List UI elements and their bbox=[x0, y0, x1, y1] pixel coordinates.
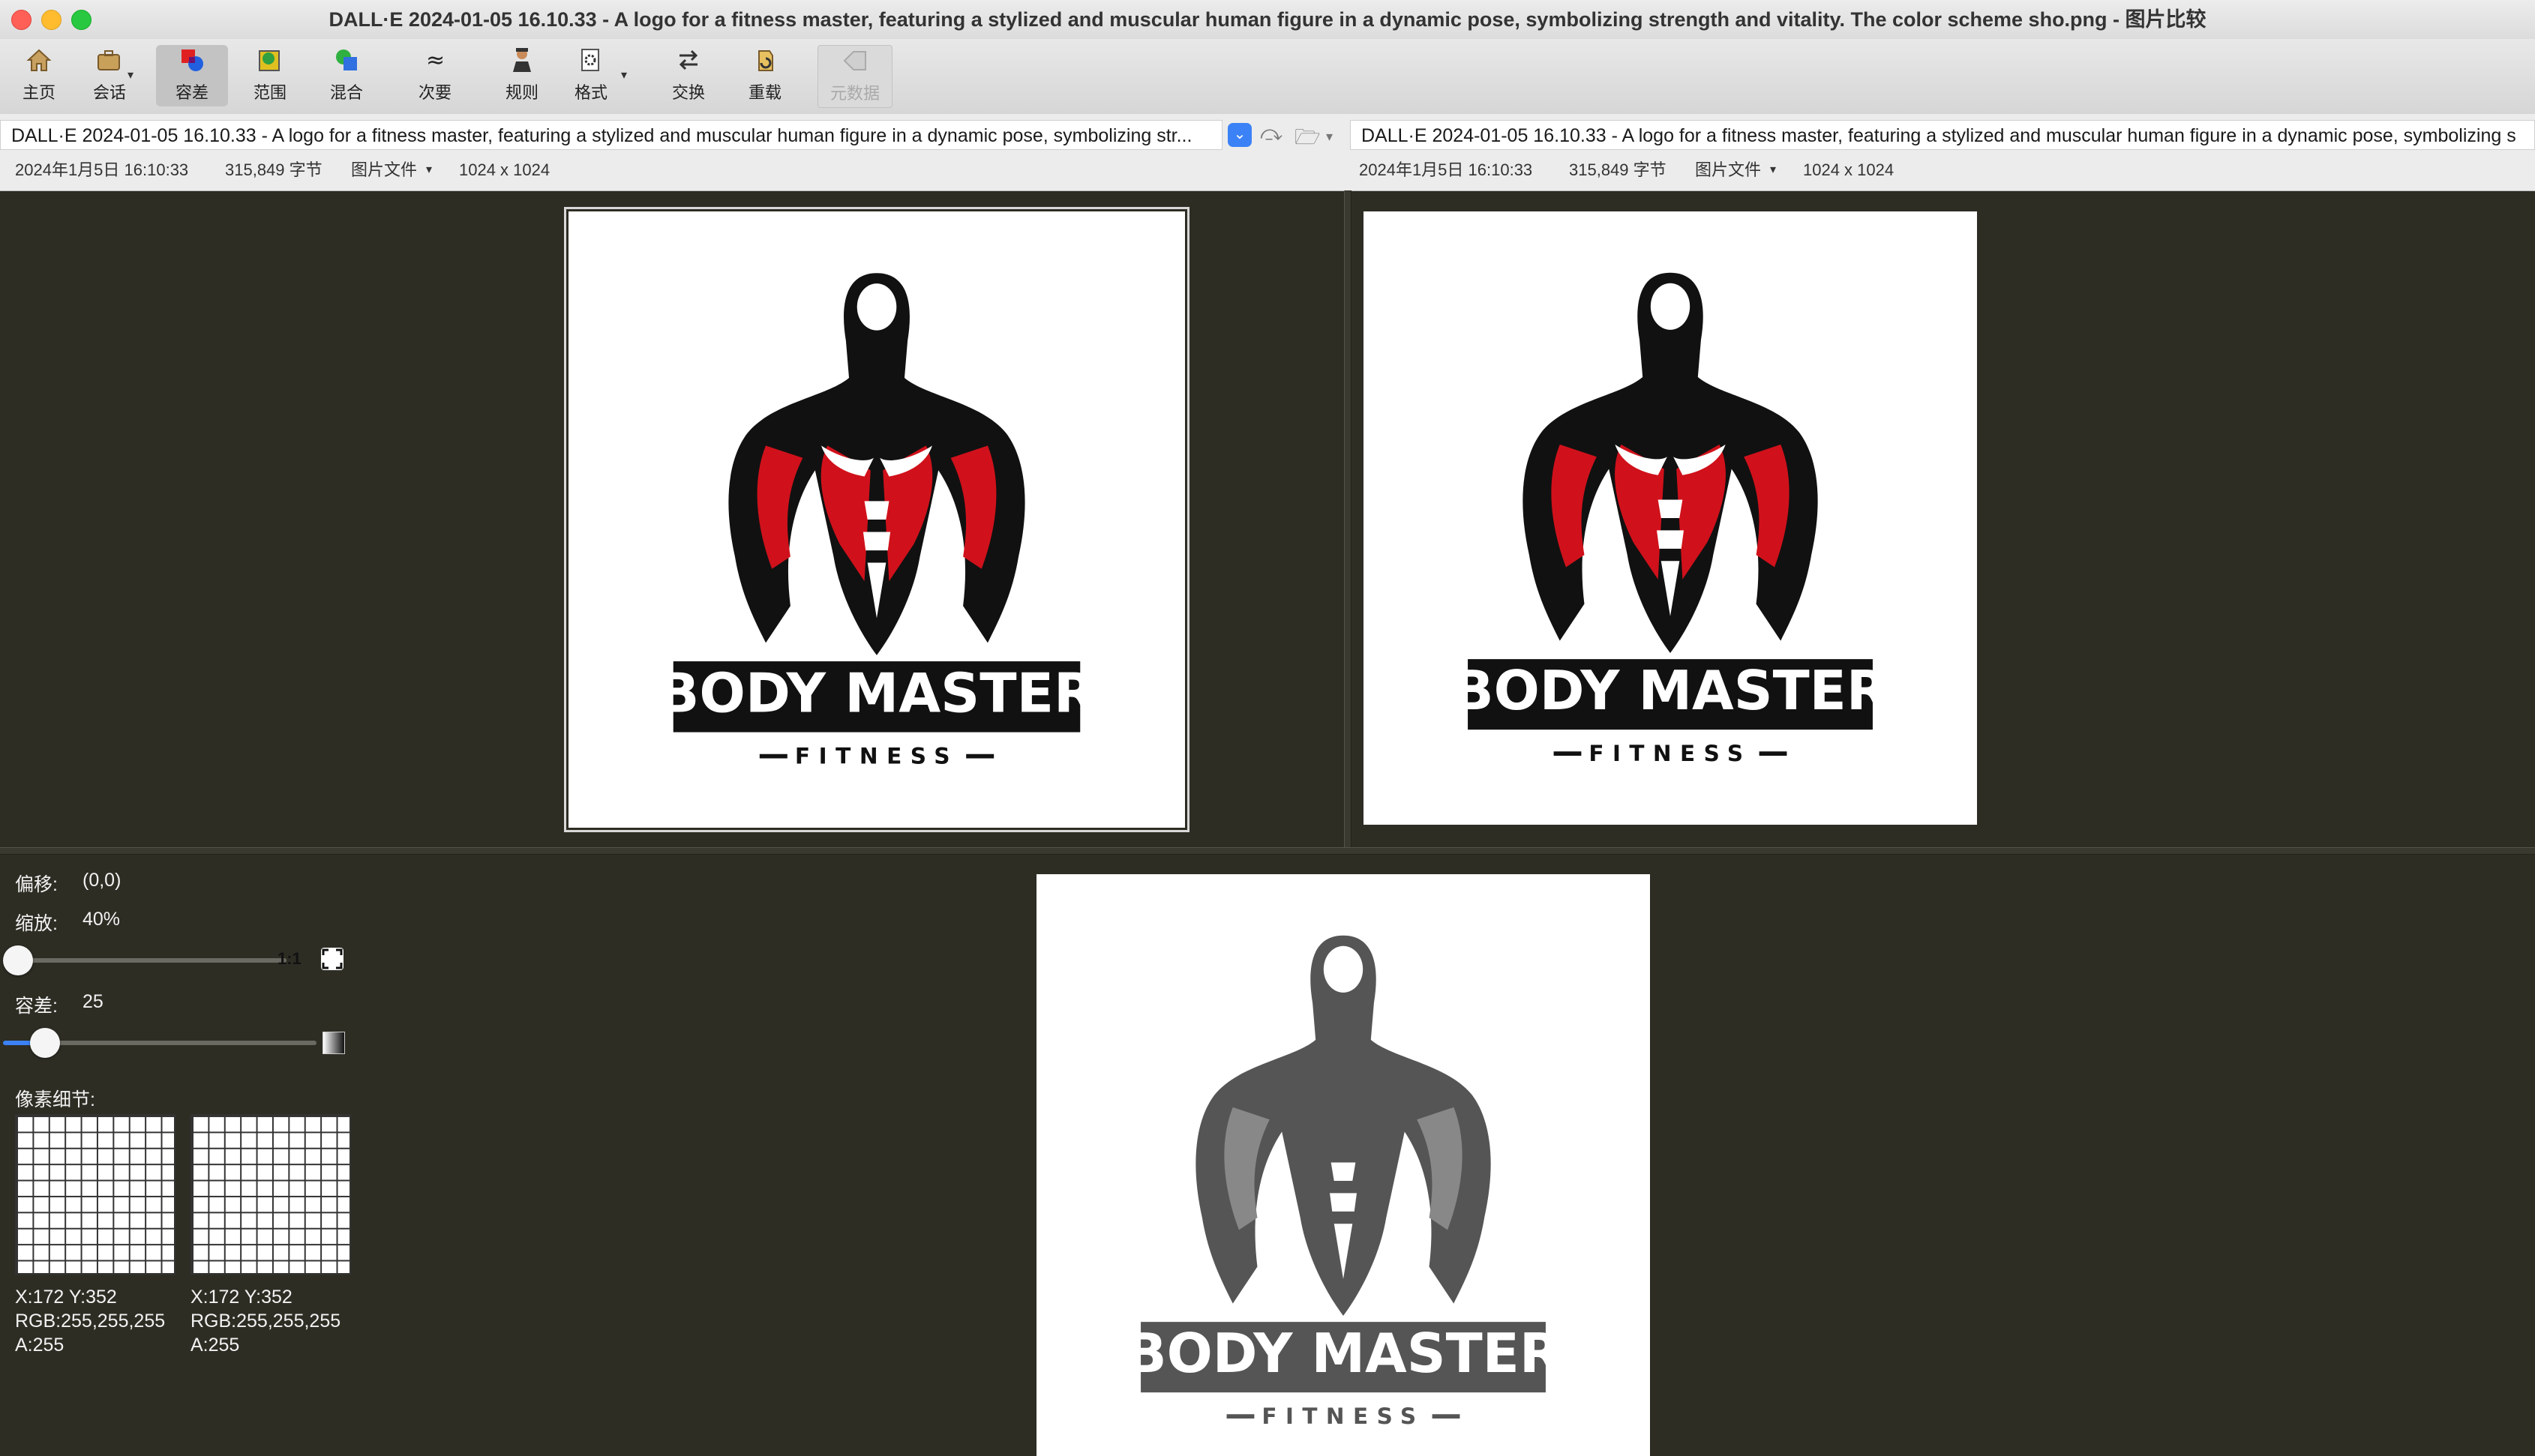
left-pixel-coords: X:172 Y:352 bbox=[15, 1287, 117, 1308]
logo-title-text: BODY MASTER bbox=[1126, 1322, 1562, 1385]
tolerance-slider-knob[interactable] bbox=[30, 1028, 60, 1058]
follow-link-icon[interactable]: ⤼ bbox=[1260, 121, 1282, 146]
right-pixel-rgb: RGB:255,255,255 bbox=[190, 1311, 341, 1332]
window-title: DALL·E 2024-01-05 16.10.33 - A logo for … bbox=[328, 8, 2206, 31]
logo-subtitle-text: FITNESS bbox=[795, 744, 958, 769]
chevron-down-icon: ▾ bbox=[128, 69, 134, 82]
left-image-view[interactable]: BODY MASTER FITNESS bbox=[564, 207, 1190, 832]
toolbar-range-label: 范围 bbox=[253, 83, 286, 102]
toolbar-minor-button[interactable]: ≈ 次要 bbox=[399, 45, 471, 106]
toolbar: 主页 会话 ▾ 容差 范围 混合 ≈ 次要 规则 格式 ▾ 交换 重载 元数据 bbox=[0, 39, 2535, 115]
briefcase-icon bbox=[98, 50, 120, 70]
pixel-detail-label: 像素细节: bbox=[15, 1089, 95, 1110]
reload-icon bbox=[758, 50, 773, 71]
zoom-slider-track[interactable] bbox=[16, 958, 286, 963]
left-file-date: 2024年1月5日 16:10:33 bbox=[15, 160, 189, 179]
left-file-size: 315,849 字节 bbox=[225, 160, 322, 179]
title-bar: DALL·E 2024-01-05 16.10.33 - A logo for … bbox=[0, 0, 2535, 40]
range-icon bbox=[259, 50, 280, 71]
gradient-swatch-icon[interactable] bbox=[322, 1032, 345, 1054]
left-pixel-rgb: RGB:255,255,255 bbox=[15, 1311, 166, 1332]
right-pixel-grid bbox=[190, 1114, 351, 1275]
toolbar-home-label: 主页 bbox=[22, 83, 56, 102]
pane-splitter-vertical[interactable] bbox=[1344, 190, 1352, 847]
toolbar-metadata-label: 元数据 bbox=[830, 84, 880, 103]
swap-icon bbox=[679, 49, 698, 70]
muscle-figure-icon bbox=[728, 273, 1025, 655]
logo-subtitle-text: FITNESS bbox=[1262, 1404, 1424, 1429]
left-pixel-info: X:172 Y:352 RGB:255,255,255 A:255 bbox=[15, 1285, 165, 1357]
toolbar-format-label: 格式 bbox=[574, 83, 608, 102]
toolbar-swap-label: 交换 bbox=[671, 83, 705, 102]
toolbar-minor-label: 次要 bbox=[418, 83, 452, 102]
right-file-size: 315,849 字节 bbox=[1569, 160, 1666, 179]
toolbar-tolerance-button[interactable]: 容差 bbox=[156, 45, 228, 106]
left-file-dimensions: 1024 x 1024 bbox=[459, 160, 550, 179]
chevron-down-icon: ▾ bbox=[621, 69, 628, 82]
tolerance-slider-track[interactable] bbox=[16, 1041, 316, 1045]
chevron-down-icon[interactable]: ▾ bbox=[1326, 129, 1333, 145]
left-logo-image: BODY MASTER FITNESS bbox=[658, 273, 1096, 769]
left-pixel-grid bbox=[15, 1114, 176, 1275]
toolbar-swap-button[interactable]: 交换 bbox=[652, 45, 724, 106]
format-icon bbox=[581, 49, 599, 71]
muscle-figure-icon bbox=[1522, 272, 1818, 653]
toolbar-session-button[interactable]: 会话 ▾ bbox=[74, 45, 146, 106]
metadata-icon bbox=[843, 51, 866, 70]
left-file-type[interactable]: 图片文件 bbox=[351, 153, 417, 187]
open-folder-icon[interactable]: 🗁 bbox=[1294, 121, 1321, 157]
right-file-path-field[interactable]: DALL·E 2024-01-05 16.10.33 - A logo for … bbox=[1350, 120, 2535, 150]
pane-splitter-horizontal[interactable] bbox=[0, 847, 2535, 855]
toolbar-blend-button[interactable]: 混合 bbox=[310, 45, 382, 106]
toolbar-format-button[interactable]: 格式 ▾ bbox=[555, 45, 627, 106]
left-pixel-alpha: A:255 bbox=[15, 1335, 64, 1356]
logo-subtitle-text: FITNESS bbox=[1588, 741, 1751, 766]
muscle-figure-icon bbox=[1196, 935, 1491, 1316]
fit-to-window-icon[interactable] bbox=[321, 948, 344, 970]
one-to-one-label[interactable]: 1:1 bbox=[278, 949, 302, 969]
right-image-view[interactable]: BODY MASTER FITNESS bbox=[1364, 211, 1977, 825]
chevron-down-icon[interactable]: ▾ bbox=[1770, 153, 1776, 187]
offset-label: 偏移: bbox=[15, 874, 58, 895]
toolbar-tolerance-label: 容差 bbox=[175, 83, 208, 102]
toolbar-blend-label: 混合 bbox=[329, 83, 363, 102]
right-file-dimensions: 1024 x 1024 bbox=[1803, 160, 1894, 179]
home-icon bbox=[26, 49, 52, 71]
left-path-dropdown-button[interactable]: ⌄ bbox=[1228, 123, 1252, 147]
zoom-slider-knob[interactable] bbox=[3, 945, 33, 975]
difference-image-view[interactable]: BODY MASTER FITNESS bbox=[1036, 874, 1650, 1456]
svg-text:≈: ≈ bbox=[426, 47, 445, 73]
approx-icon: ≈ bbox=[426, 47, 445, 73]
right-pixel-alpha: A:255 bbox=[190, 1335, 240, 1356]
tolerance-icon bbox=[182, 49, 203, 71]
logo-title-text: BODY MASTER bbox=[1453, 659, 1888, 722]
rules-icon bbox=[513, 48, 531, 72]
zoom-label: 缩放: bbox=[15, 913, 58, 934]
toolbar-rules-label: 规则 bbox=[505, 83, 538, 102]
toolbar-home-button[interactable]: 主页 bbox=[3, 45, 75, 106]
toolbar-reload-label: 重载 bbox=[748, 83, 782, 102]
left-file-info: 2024年1月5日 16:10:33 315,849 字节 图片文件 ▾ 102… bbox=[0, 153, 1344, 187]
logo-title-text: BODY MASTER bbox=[658, 662, 1095, 725]
toolbar-reload-button[interactable]: 重载 bbox=[729, 45, 801, 106]
right-pixel-info: X:172 Y:352 RGB:255,255,255 A:255 bbox=[190, 1285, 340, 1357]
right-file-info: 2024年1月5日 16:10:33 315,849 字节 图片文件 ▾ 102… bbox=[1350, 153, 2535, 187]
toolbar-rules-button[interactable]: 规则 bbox=[486, 45, 558, 106]
left-file-path-field[interactable]: DALL·E 2024-01-05 16.10.33 - A logo for … bbox=[0, 120, 1222, 150]
chevron-down-icon[interactable]: ▾ bbox=[426, 153, 432, 187]
blend-icon bbox=[336, 49, 357, 70]
right-file-date: 2024年1月5日 16:10:33 bbox=[1359, 160, 1533, 179]
right-file-type[interactable]: 图片文件 bbox=[1695, 153, 1761, 187]
tolerance-value: 25 bbox=[82, 991, 104, 1012]
difference-logo-image: BODY MASTER FITNESS bbox=[1126, 935, 1562, 1429]
toolbar-metadata-button[interactable]: 元数据 bbox=[818, 45, 892, 108]
zoom-value: 40% bbox=[82, 909, 121, 930]
toolbar-session-label: 会话 bbox=[92, 83, 126, 102]
offset-value: (0,0) bbox=[82, 870, 122, 891]
toolbar-range-button[interactable]: 范围 bbox=[234, 45, 306, 106]
right-logo-image: BODY MASTER FITNESS bbox=[1453, 272, 1888, 766]
right-pixel-coords: X:172 Y:352 bbox=[190, 1287, 292, 1308]
tolerance-label: 容差: bbox=[15, 996, 58, 1017]
